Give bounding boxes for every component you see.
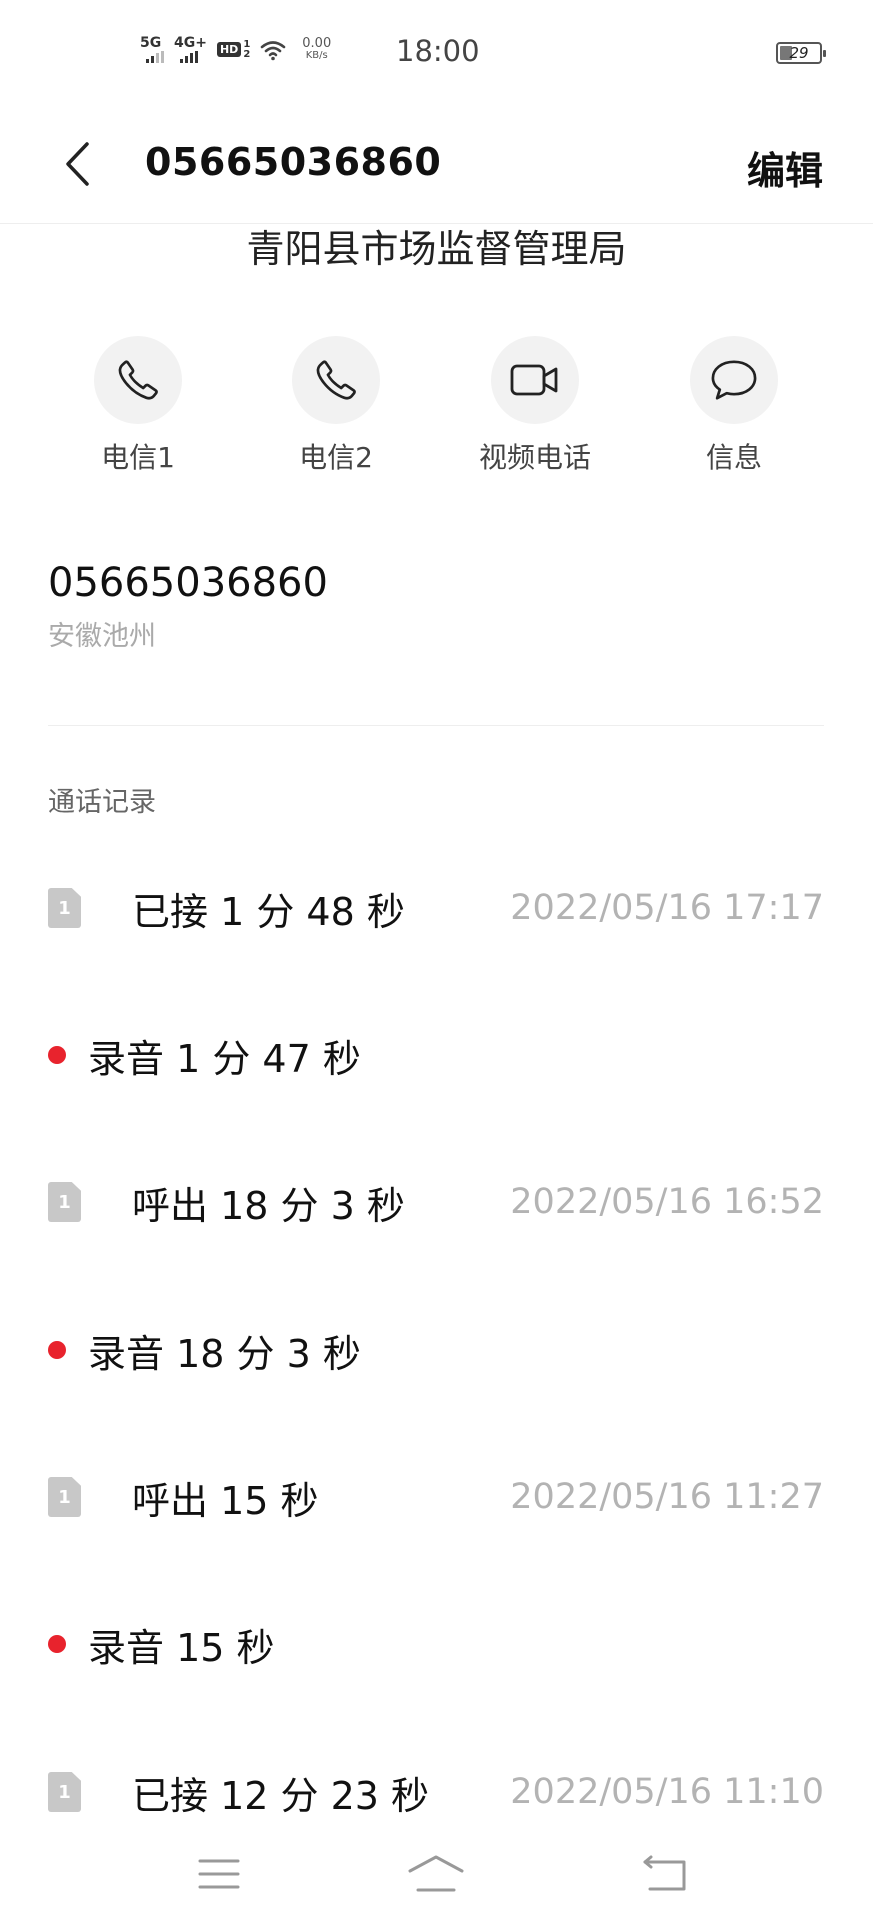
call-log-title: 通话记录: [48, 787, 156, 818]
call-type-duration: 已接 1 分 48 秒: [132, 889, 405, 934]
phone-number: 05665036860: [48, 560, 328, 606]
app-root: 5G 4G+ HD 1 2 0.00 KB/s 18:00 29 0566503…: [0, 0, 873, 1920]
recording-dot-icon: [48, 1341, 66, 1359]
signal-4g-icon: 4G+: [174, 36, 207, 63]
recording-duration: 录音 1 分 47 秒: [88, 1036, 361, 1081]
back-nav-button[interactable]: [620, 1844, 710, 1904]
call-log-row[interactable]: 1 呼出 18 分 3 秒 2022/05/16 16:52: [0, 1162, 873, 1242]
call-log-row[interactable]: 1 已接 12 分 23 秒 2022/05/16 11:10: [0, 1752, 873, 1832]
battery-icon: 29: [776, 42, 826, 64]
recording-dot-icon: [48, 1635, 66, 1653]
battery-level: 29: [789, 44, 809, 62]
speed-unit: KB/s: [305, 50, 328, 62]
sim-card-icon: 1: [48, 1182, 81, 1222]
wifi-icon: [260, 40, 286, 60]
hd-voice-icon: HD 1 2: [216, 38, 251, 60]
menu-icon: [198, 1859, 240, 1889]
status-bar: 5G 4G+ HD 1 2 0.00 KB/s 18:00 29: [0, 0, 873, 106]
call-log-row[interactable]: 1 呼出 15 秒 2022/05/16 11:27: [0, 1457, 873, 1537]
signal-5g-icon: 5G: [140, 36, 164, 63]
signal-5g-label: 5G: [140, 35, 162, 51]
app-header: 05665036860 编辑: [0, 106, 873, 224]
sim-number: 1: [58, 1486, 71, 1508]
home-icon: [408, 1855, 464, 1892]
contact-name: 青阳县市场监督管理局: [246, 227, 627, 271]
call-sim1-button[interactable]: 电信1: [38, 336, 238, 476]
number-location: 安徽池州: [48, 621, 156, 652]
message-icon-bg: [690, 336, 778, 424]
sim-card-icon: 1: [48, 888, 81, 928]
call-type-duration: 已接 12 分 23 秒: [132, 1773, 430, 1818]
sim-card-icon: 1: [48, 1772, 81, 1812]
network-speed: 0.00 KB/s: [302, 37, 331, 61]
signal-4g-label: 4G+: [174, 35, 207, 51]
network-indicators: 5G 4G+ HD 1 2 0.00 KB/s: [140, 36, 331, 63]
hd-label: HD: [216, 42, 242, 57]
action-bar: 电信1 电信2 视频电话 信息: [0, 336, 873, 476]
video-call-icon-bg: [491, 336, 579, 424]
video-call-label: 视频电话: [478, 441, 591, 474]
status-time: 18:00: [396, 34, 480, 68]
video-call-button[interactable]: 视频电话: [435, 336, 635, 476]
back-icon: [643, 1855, 686, 1891]
recording-duration: 录音 18 分 3 秒: [88, 1331, 361, 1376]
call-log-row[interactable]: 1 已接 1 分 48 秒 2022/05/16 17:17: [0, 868, 873, 948]
call-sim2-icon-bg: [292, 336, 380, 424]
call-sim1-icon-bg: [94, 336, 182, 424]
phone-icon: [118, 360, 158, 400]
call-datetime: 2022/05/16 11:10: [510, 1772, 824, 1812]
phone-number-block[interactable]: 05665036860 安徽池州: [48, 560, 328, 653]
call-datetime: 2022/05/16 11:27: [510, 1477, 824, 1517]
recording-row[interactable]: 录音 18 分 3 秒: [0, 1310, 873, 1390]
video-camera-icon: [510, 364, 558, 396]
speed-value: 0.00: [302, 36, 332, 52]
sim-number: 1: [58, 897, 71, 919]
recent-apps-button[interactable]: [174, 1844, 264, 1904]
sim-number: 1: [58, 1191, 71, 1213]
hd-sim2: 2: [243, 48, 251, 60]
back-button[interactable]: [56, 136, 100, 192]
message-bubble-icon: [711, 360, 757, 400]
call-sim2-label: 电信2: [299, 441, 373, 474]
edit-button[interactable]: 编辑: [747, 140, 823, 195]
page-title: 05665036860: [145, 140, 442, 184]
hd-sim1: 1: [243, 38, 251, 50]
message-label: 信息: [705, 441, 762, 474]
call-sim2-button[interactable]: 电信2: [236, 336, 436, 476]
navigation-bar: [0, 1826, 873, 1920]
recording-row[interactable]: 录音 15 秒: [0, 1604, 873, 1684]
divider: [48, 725, 824, 726]
call-datetime: 2022/05/16 16:52: [510, 1182, 824, 1222]
sim-card-icon: 1: [48, 1477, 81, 1517]
chevron-left-icon: [66, 142, 89, 186]
recording-row[interactable]: 录音 1 分 47 秒: [0, 1015, 873, 1095]
sim-number: 1: [58, 1781, 71, 1803]
call-datetime: 2022/05/16 17:17: [510, 888, 824, 928]
message-button[interactable]: 信息: [634, 336, 834, 476]
recording-duration: 录音 15 秒: [88, 1625, 275, 1670]
phone-icon: [316, 360, 356, 400]
home-button[interactable]: [391, 1844, 481, 1904]
call-type-duration: 呼出 18 分 3 秒: [132, 1183, 405, 1228]
call-type-duration: 呼出 15 秒: [132, 1478, 319, 1523]
recording-dot-icon: [48, 1046, 66, 1064]
call-sim1-label: 电信1: [101, 441, 175, 474]
